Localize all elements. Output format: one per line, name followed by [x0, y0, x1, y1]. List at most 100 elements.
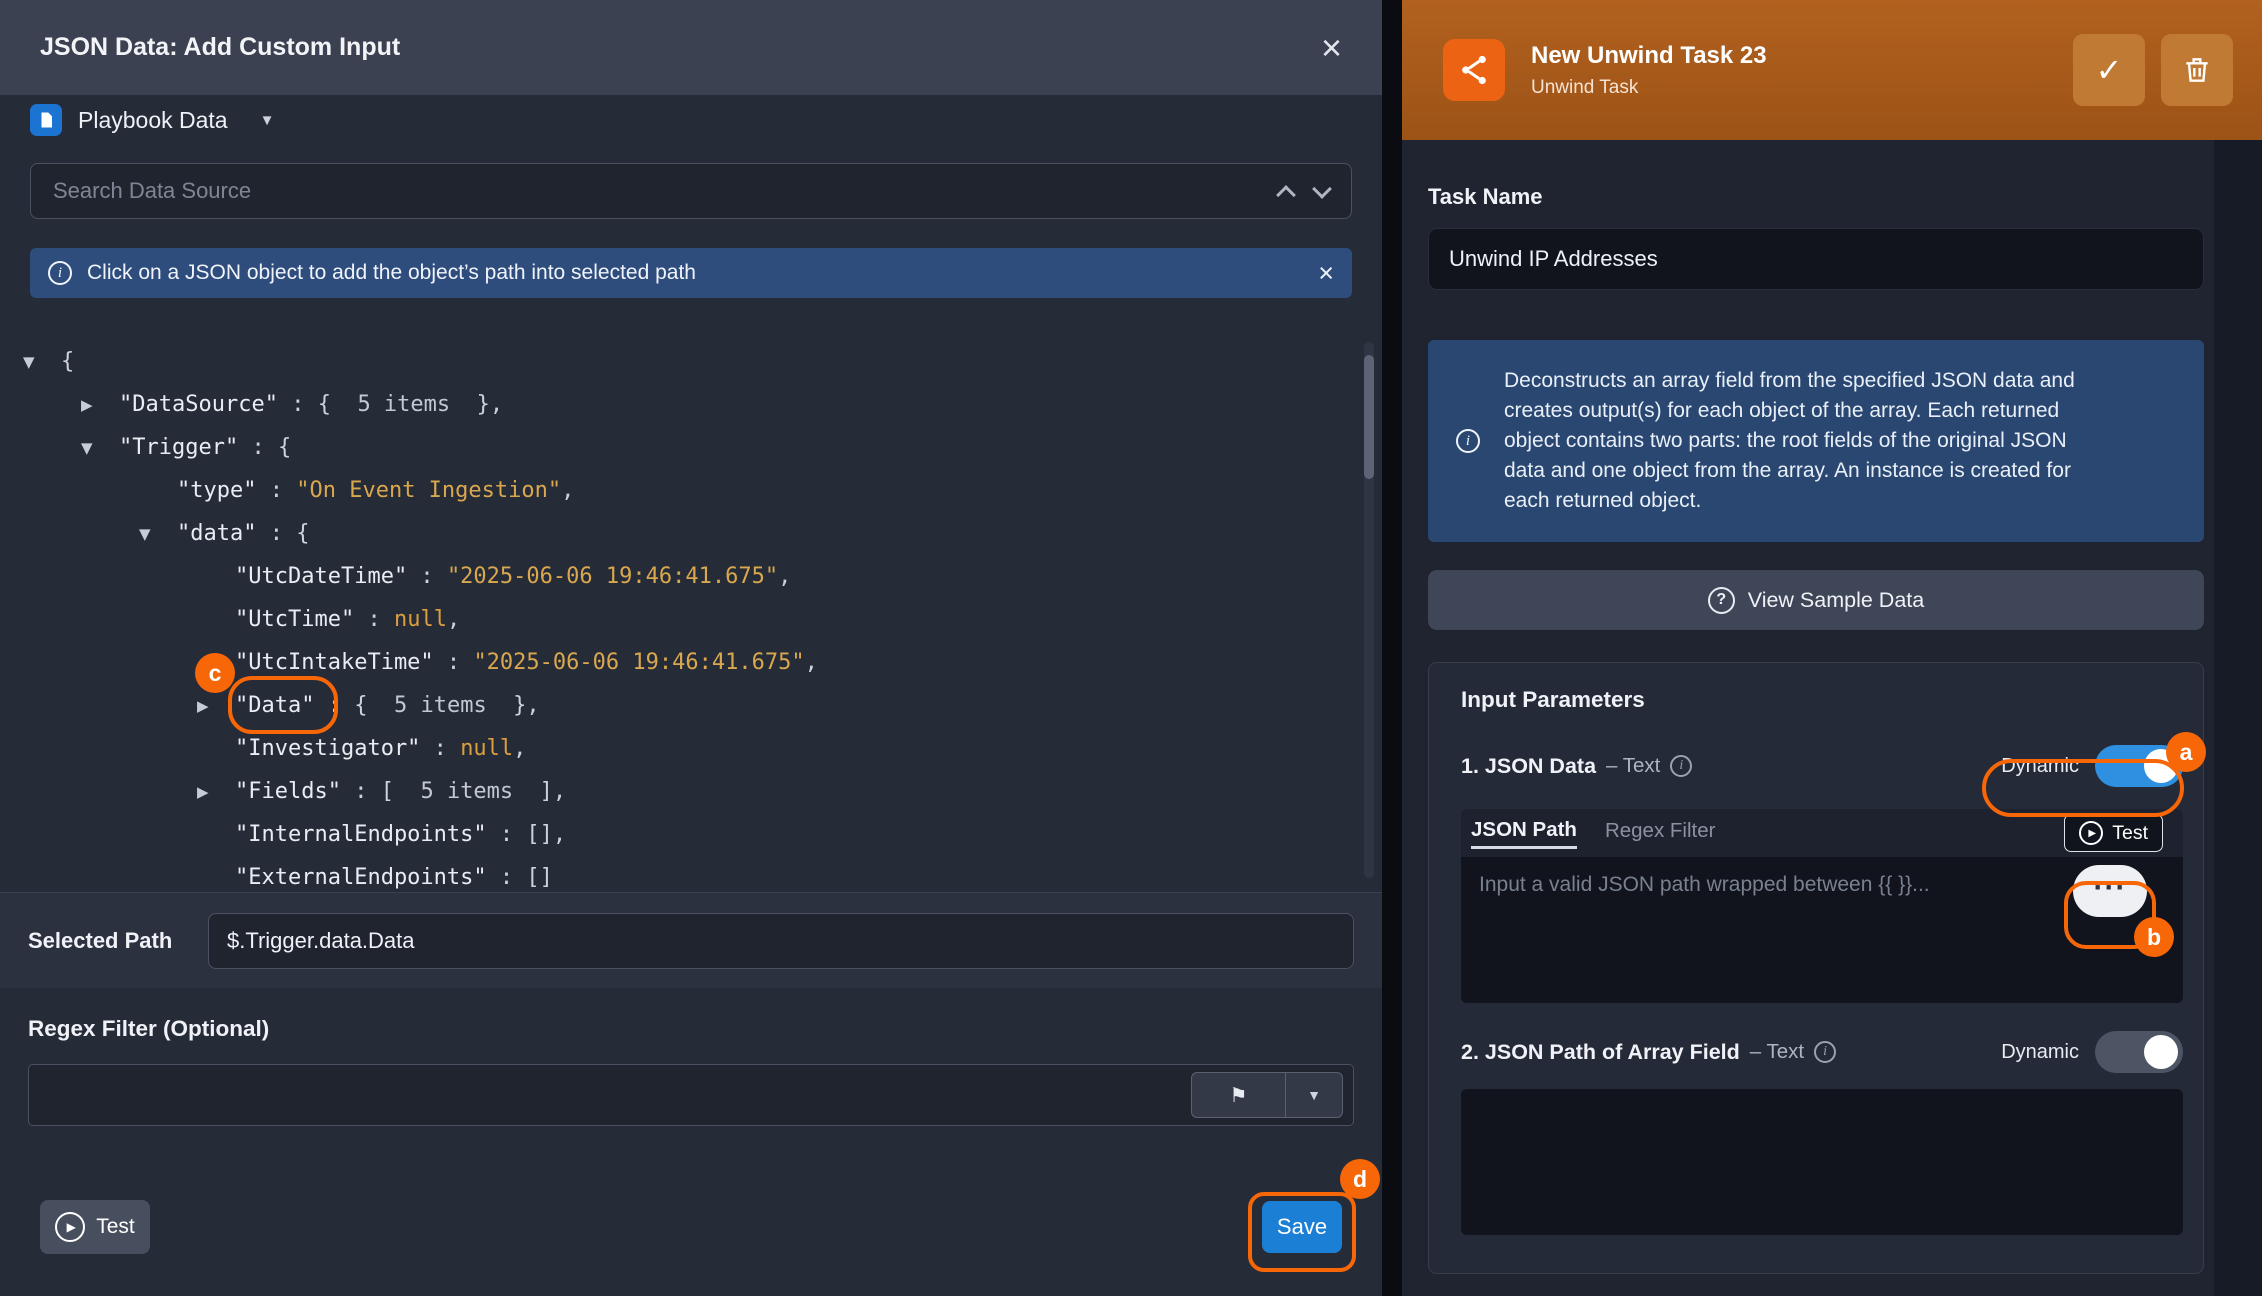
selected-path-label: Selected Path: [28, 928, 180, 954]
regex-flags-dropdown[interactable]: ⚑ ▼: [1191, 1072, 1343, 1118]
json-token-key: "Fields": [235, 779, 341, 804]
data-source-dropdown[interactable]: Playbook Data ▼: [30, 103, 1352, 137]
json-token-punc: },: [487, 693, 540, 718]
json-token-key: "type": [177, 478, 256, 503]
chevron-up-icon[interactable]: [1276, 185, 1296, 205]
view-sample-data-label: View Sample Data: [1748, 588, 1924, 613]
json-token-str: "On Event Ingestion": [296, 478, 561, 503]
chevron-down-icon[interactable]: [1312, 179, 1332, 199]
selected-path-section: Selected Path: [0, 892, 1382, 988]
dynamic-toggle-off[interactable]: [2095, 1031, 2183, 1073]
panel-scroll-gutter: [2214, 140, 2262, 1296]
json-path-input-body: ···: [1461, 857, 2183, 1003]
tab-regex-filter[interactable]: Regex Filter: [1605, 819, 1716, 847]
param-2-row: 2. JSON Path of Array Field – Text i Dyn…: [1461, 1031, 2183, 1073]
json-token-str: "2025-06-06 19:46:41.675": [447, 564, 778, 589]
toggle-knob: [2144, 749, 2178, 783]
param-2-label: 2. JSON Path of Array Field: [1461, 1040, 1740, 1065]
param-1-dynamic: Dynamic: [2001, 745, 2183, 787]
task-panel-content: Task Name i Deconstructs an array field …: [1428, 184, 2204, 1274]
header-actions: ✓: [2073, 34, 2233, 106]
json-token-punc: ,: [447, 607, 460, 632]
regex-filter-label: Regex Filter (Optional): [28, 1016, 1354, 1042]
json-token-punc: :: [256, 478, 296, 503]
param-1-row: 1. JSON Data – Text i Dynamic: [1461, 745, 2183, 787]
param-1-type: – Text: [1606, 754, 1660, 778]
app-root: JSON Data: Add Custom Input × Playbook D…: [0, 0, 2262, 1296]
json-token-punc: : [],: [487, 822, 566, 847]
selected-path-input[interactable]: [208, 913, 1354, 969]
json-token-items: 5 items: [394, 693, 487, 718]
array-field-path-textarea[interactable]: [1461, 1089, 2183, 1235]
json-token-key: "Trigger": [119, 435, 238, 460]
json-token-null: null: [460, 736, 513, 761]
modal-header: JSON Data: Add Custom Input ×: [0, 0, 1382, 95]
json-tree-line[interactable]: "Investigator" : null,: [0, 727, 1382, 770]
collapse-icon[interactable]: ▼: [23, 353, 61, 371]
json-token-punc: ],: [513, 779, 566, 804]
json-path-widget-tabs: JSON Path Regex Filter ▶ Test: [1461, 809, 2183, 857]
json-token-key: "Investigator": [235, 736, 420, 761]
play-icon: ▶: [2079, 821, 2103, 845]
json-tree-line[interactable]: "type" : "On Event Ingestion",: [0, 469, 1382, 512]
play-icon: ▶: [55, 1212, 85, 1242]
json-tree-line[interactable]: "ExternalEndpoints" : []: [0, 856, 1382, 892]
json-token-punc: : {: [256, 521, 309, 546]
test-button[interactable]: ▶ Test: [40, 1200, 150, 1254]
dynamic-label: Dynamic: [2001, 755, 2079, 778]
json-tree-line[interactable]: ▼"data" : {: [0, 512, 1382, 555]
json-token-punc: : {: [314, 693, 393, 718]
more-options-button[interactable]: ···: [2073, 865, 2147, 917]
json-tree-line[interactable]: "UtcIntakeTime" : "2025-06-06 19:46:41.6…: [0, 641, 1382, 684]
json-tree-line[interactable]: ▶"DataSource" : { 5 items },: [0, 383, 1382, 426]
task-titles: New Unwind Task 23 Unwind Task: [1531, 42, 1767, 99]
view-sample-data-button[interactable]: ? View Sample Data: [1428, 570, 2204, 630]
param-2-dynamic: Dynamic: [2001, 1031, 2183, 1073]
task-description-box: i Deconstructs an array field from the s…: [1428, 340, 2204, 542]
expand-icon[interactable]: ▶: [197, 697, 235, 715]
save-button[interactable]: Save: [1262, 1201, 1342, 1253]
param-2-type: – Text: [1750, 1040, 1804, 1064]
task-title: New Unwind Task 23: [1531, 42, 1767, 70]
info-icon: i: [1814, 1041, 1836, 1063]
close-icon[interactable]: ×: [1321, 30, 1342, 66]
collapse-icon[interactable]: ▼: [81, 439, 119, 457]
json-tree-line[interactable]: ▼{: [0, 340, 1382, 383]
tab-json-path[interactable]: JSON Path: [1471, 818, 1577, 849]
task-name-input[interactable]: [1428, 228, 2204, 290]
search-input[interactable]: [53, 178, 1257, 204]
json-token-key: "Data": [235, 693, 314, 718]
json-token-key: "data": [177, 521, 256, 546]
json-token-punc: :: [354, 607, 394, 632]
info-icon: i: [1670, 755, 1692, 777]
expand-icon[interactable]: ▶: [197, 783, 235, 801]
json-tree-line[interactable]: "UtcTime" : null,: [0, 598, 1382, 641]
confirm-button[interactable]: ✓: [2073, 34, 2145, 106]
json-tree-line[interactable]: ▶"Data" : { 5 items },: [0, 684, 1382, 727]
task-subtitle: Unwind Task: [1531, 77, 1767, 99]
chevron-down-icon: ▼: [260, 112, 275, 129]
json-token-punc: ,: [805, 650, 818, 675]
banner-close-icon[interactable]: ×: [1318, 258, 1334, 289]
dynamic-toggle-on[interactable]: [2095, 745, 2183, 787]
expand-icon[interactable]: ▶: [81, 396, 119, 414]
info-banner-text: Click on a JSON object to add the object…: [87, 261, 696, 285]
json-token-punc: : [: [341, 779, 420, 804]
delete-button[interactable]: [2161, 34, 2233, 106]
input-parameters-title: Input Parameters: [1461, 687, 2183, 713]
task-description-text: Deconstructs an array field from the spe…: [1504, 366, 2104, 516]
collapse-icon[interactable]: ▼: [139, 525, 177, 543]
json-tree-line[interactable]: "UtcDateTime" : "2025-06-06 19:46:41.675…: [0, 555, 1382, 598]
param-test-button[interactable]: ▶ Test: [2064, 814, 2163, 852]
regex-filter-field: ⚑ ▼: [28, 1064, 1354, 1126]
param-test-label: Test: [2112, 822, 2148, 845]
json-tree-line[interactable]: ▶"Fields" : [ 5 items ],: [0, 770, 1382, 813]
json-tree-line[interactable]: ▼"Trigger" : {: [0, 426, 1382, 469]
info-icon: i: [1456, 429, 1480, 453]
json-token-key: "InternalEndpoints": [235, 822, 487, 847]
json-token-key: "UtcDateTime": [235, 564, 407, 589]
regex-filter-input[interactable]: [29, 1082, 1353, 1108]
json-tree-line[interactable]: "InternalEndpoints" : [],: [0, 813, 1382, 856]
scrollbar-thumb[interactable]: [1364, 355, 1374, 479]
json-token-punc: :: [420, 736, 460, 761]
